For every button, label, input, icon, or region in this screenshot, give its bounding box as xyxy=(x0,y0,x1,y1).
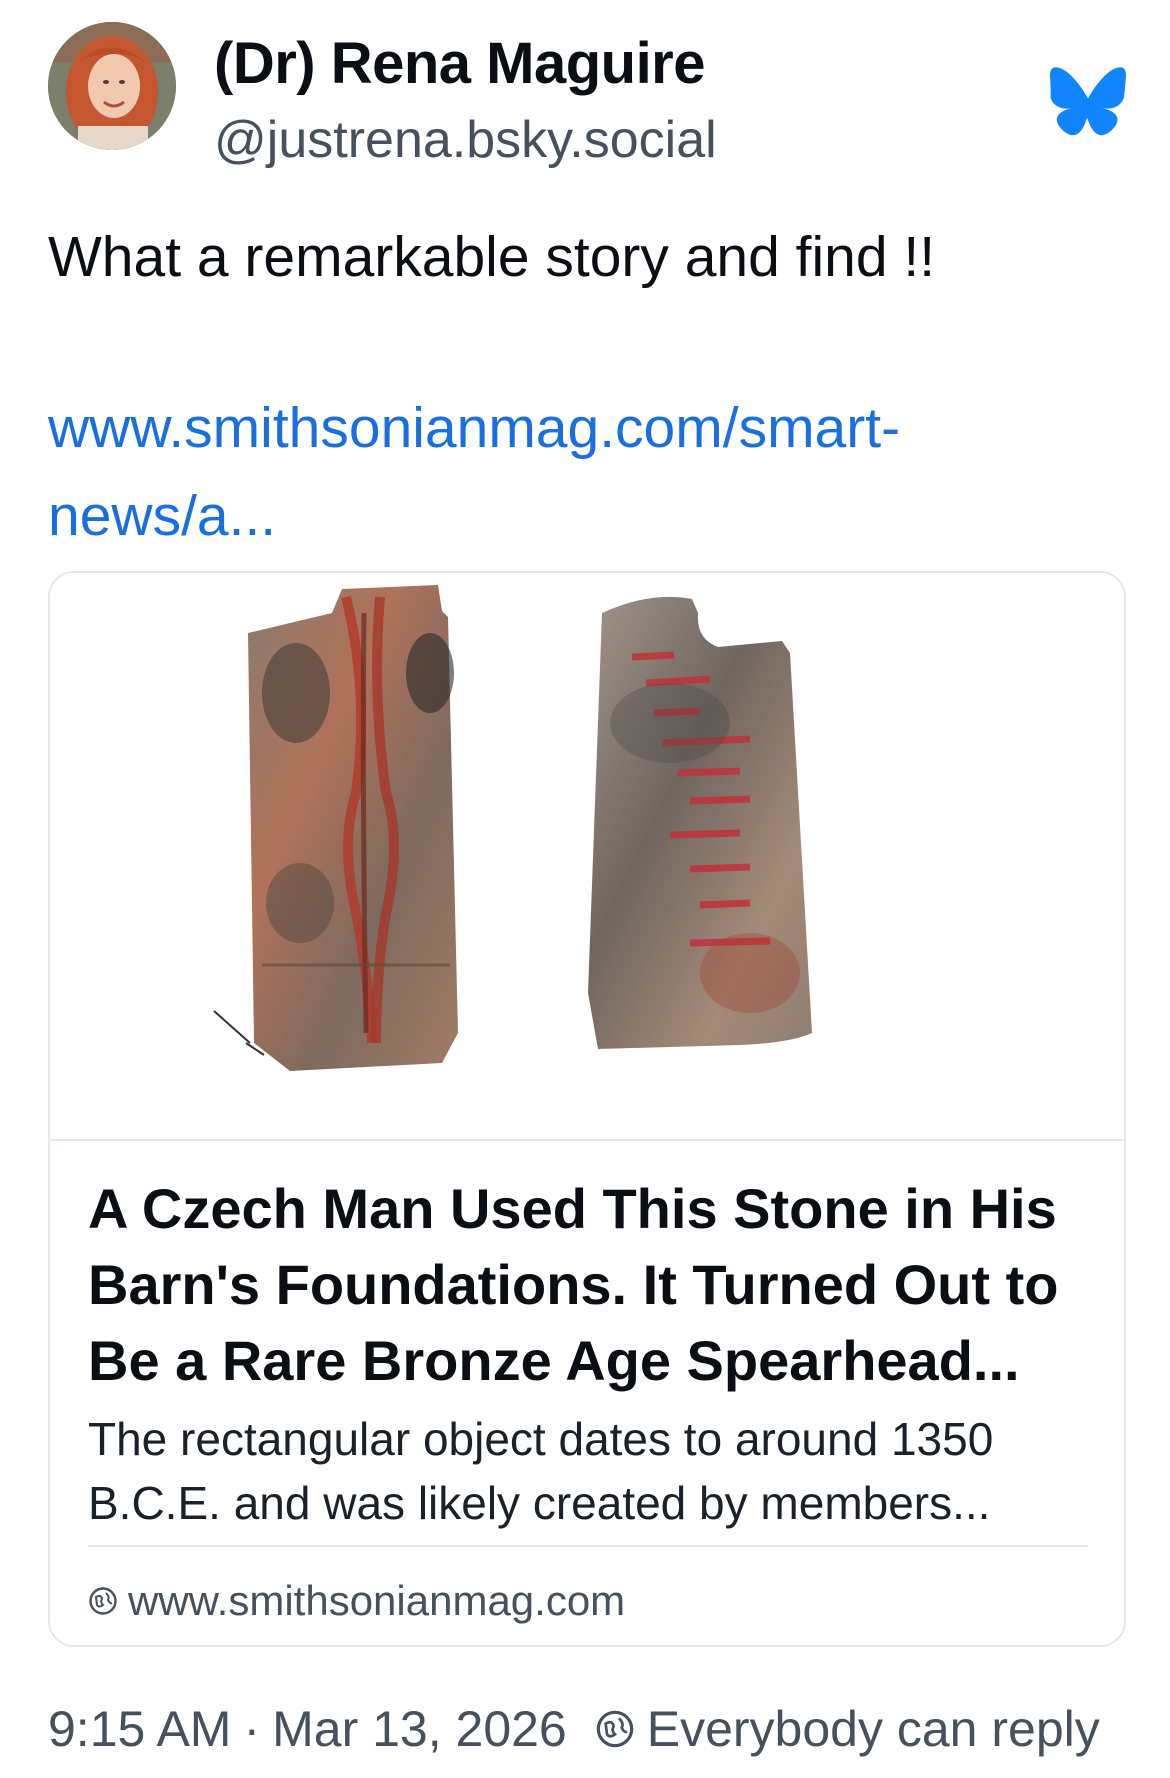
post-date[interactable]: Mar 13, 2026 xyxy=(272,1700,567,1758)
card-divider xyxy=(88,1545,1088,1547)
card-domain: www.smithsonianmag.com xyxy=(128,1577,626,1624)
card-description: The rectangular object dates to around 1… xyxy=(88,1413,994,1529)
spearhead-mould-image xyxy=(213,585,812,1071)
card-title[interactable]: A Czech Man Used This Stone in His Barn'… xyxy=(88,1171,1098,1399)
globe-icon xyxy=(596,1710,634,1748)
post-link[interactable]: www.smithsonianmag.com/smart-news/a... xyxy=(48,384,1048,560)
footer-separator: · xyxy=(243,1701,261,1757)
post-time[interactable]: 9:15 AM xyxy=(48,1700,231,1758)
post: (Dr) Rena Maguire @justrena.bsky.social … xyxy=(0,0,1170,1778)
link-card[interactable]: A Czech Man Used This Stone in His Barn'… xyxy=(48,571,1126,1647)
card-domain-row: www.smithsonianmag.com xyxy=(88,1571,625,1631)
avatar[interactable] xyxy=(48,22,176,150)
bluesky-butterfly-icon xyxy=(1050,67,1126,136)
avatar-image xyxy=(48,22,176,150)
author-display-name[interactable]: (Dr) Rena Maguire xyxy=(214,30,706,97)
post-text: What a remarkable story and find !! xyxy=(48,225,936,289)
reply-setting[interactable]: Everybody can reply xyxy=(647,1700,1100,1758)
globe-icon xyxy=(89,1587,117,1615)
author-handle[interactable]: @justrena.bsky.social xyxy=(214,110,717,170)
post-footer: 9:15 AM · Mar 13, 2026 Everybody can rep… xyxy=(48,1696,1100,1762)
card-thumbnail xyxy=(50,573,1124,1141)
